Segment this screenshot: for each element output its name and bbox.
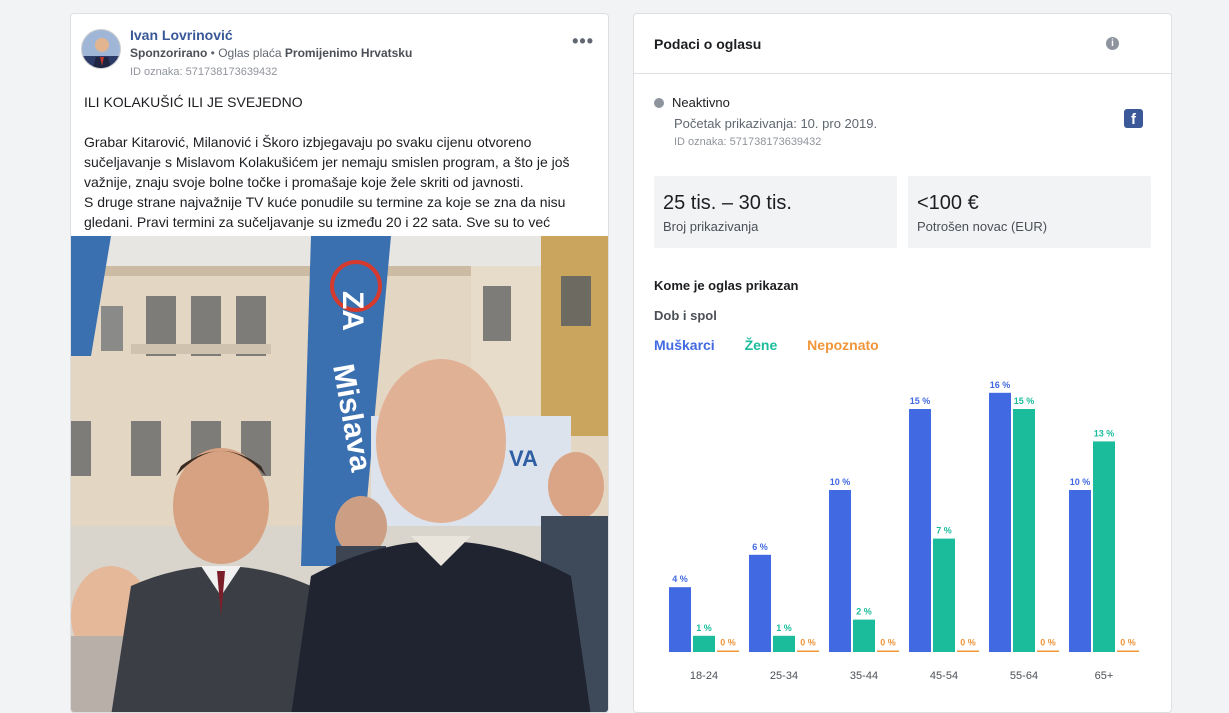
legend-men[interactable]: Muškarci bbox=[654, 337, 715, 353]
bar-women-25-34[interactable] bbox=[773, 635, 795, 652]
more-options-icon[interactable]: ••• bbox=[572, 32, 594, 50]
legend-women[interactable]: Žene bbox=[745, 337, 778, 353]
impressions-value: 25 tis. – 30 tis. bbox=[663, 192, 792, 214]
banner-text-za: ZA bbox=[336, 291, 369, 331]
post-body-line: sučeljavanje s Mislavom Kolakušićem jer … bbox=[84, 154, 570, 170]
x-tick-label: 65+ bbox=[1095, 670, 1114, 682]
post-headline: ILI KOLAKUŠIĆ ILI JE SVEJEDNO bbox=[84, 94, 303, 110]
audience-title: Kome je oglas prikazan bbox=[654, 278, 799, 293]
x-tick-label: 18-24 bbox=[690, 670, 718, 682]
bar-unknown-18-24[interactable] bbox=[717, 650, 739, 653]
bar-unknown-35-44[interactable] bbox=[877, 650, 899, 653]
paid-by-prefix: • Oglas plaća bbox=[207, 46, 285, 60]
bar-label-women-25-34: 1 % bbox=[776, 623, 792, 633]
author-name[interactable]: Ivan Lovrinović bbox=[130, 27, 233, 43]
bar-label-men-45-54: 15 % bbox=[910, 396, 931, 406]
bar-men-18-24[interactable] bbox=[669, 587, 691, 652]
bar-label-unknown-25-34: 0 % bbox=[800, 638, 816, 648]
bar-women-65+[interactable] bbox=[1093, 441, 1115, 652]
ad-info-panel: Podaci o oglasu i Neaktivno Početak prik… bbox=[633, 13, 1172, 713]
panel-title: Podaci o oglasu bbox=[654, 36, 762, 52]
bar-label-unknown-18-24: 0 % bbox=[720, 638, 736, 648]
spend-box: <100 € Potrošen novac (EUR) bbox=[908, 176, 1151, 248]
post-body-line: Grabar Kitarović, Milanović i Škoro izbj… bbox=[84, 134, 532, 150]
bar-label-men-55-64: 16 % bbox=[990, 380, 1011, 390]
spend-label: Potrošen novac (EUR) bbox=[917, 219, 1048, 234]
paid-by-name[interactable]: Promijenimo Hrvatsku bbox=[285, 46, 412, 60]
bar-unknown-45-54[interactable] bbox=[957, 650, 979, 653]
bar-men-25-34[interactable] bbox=[749, 554, 771, 652]
bar-label-women-45-54: 7 % bbox=[936, 526, 952, 536]
status-text: Neaktivno bbox=[672, 95, 730, 110]
panel-ad-id: ID oznaka: 571738173639432 bbox=[674, 136, 822, 148]
sponsor-line: Sponzorirano • Oglas plaća Promijenimo H… bbox=[130, 46, 412, 60]
bar-men-35-44[interactable] bbox=[829, 490, 851, 652]
x-tick-label: 55-64 bbox=[1010, 670, 1038, 682]
bar-unknown-55-64[interactable] bbox=[1037, 650, 1059, 653]
bar-women-55-64[interactable] bbox=[1013, 409, 1035, 652]
bar-women-45-54[interactable] bbox=[933, 538, 955, 652]
impressions-label: Broj prikazivanja bbox=[663, 219, 759, 234]
age-gender-chart: 4 % 1 % 0 % 18-24 6 % 1 % 0 % 25-34 10 % 2 % 0 % 35… bbox=[634, 369, 1171, 712]
bar-label-men-18-24: 4 % bbox=[672, 574, 688, 584]
post-body-line: važnije, znaju svoje bolne točke i proma… bbox=[84, 174, 524, 190]
bar-men-65+[interactable] bbox=[1069, 490, 1091, 652]
bar-men-45-54[interactable] bbox=[909, 409, 931, 652]
post-ad-id: ID oznaka: 571738173639432 bbox=[130, 66, 278, 78]
bar-label-men-35-44: 10 % bbox=[830, 477, 851, 487]
bar-label-women-65+: 13 % bbox=[1094, 428, 1115, 438]
ad-post-card: Ivan Lovrinović Sponzorirano • Oglas pla… bbox=[70, 13, 609, 713]
author-avatar[interactable] bbox=[81, 29, 121, 69]
info-icon[interactable]: i bbox=[1106, 37, 1119, 50]
bar-unknown-25-34[interactable] bbox=[797, 650, 819, 653]
age-gender-title: Dob i spol bbox=[654, 308, 717, 323]
bar-label-unknown-65+: 0 % bbox=[1120, 638, 1136, 648]
x-tick-label: 45-54 bbox=[930, 670, 958, 682]
bar-label-unknown-55-64: 0 % bbox=[1040, 638, 1056, 648]
bar-women-35-44[interactable] bbox=[853, 619, 875, 652]
impressions-box: 25 tis. – 30 tis. Broj prikazivanja bbox=[654, 176, 897, 248]
bar-label-unknown-35-44: 0 % bbox=[880, 638, 896, 648]
sponsored-label: Sponzorirano bbox=[130, 46, 208, 60]
bar-label-women-18-24: 1 % bbox=[696, 623, 712, 633]
bar-women-18-24[interactable] bbox=[693, 635, 715, 652]
post-header: Ivan Lovrinović Sponzorirano • Oglas pla… bbox=[81, 24, 601, 84]
spend-value: <100 € bbox=[917, 192, 979, 214]
post-body-line: S druge strane najvažnije TV kuće ponudi… bbox=[84, 194, 566, 210]
x-tick-label: 35-44 bbox=[850, 670, 878, 682]
banner-text-va: VA bbox=[509, 446, 538, 471]
x-tick-label: 25-34 bbox=[770, 670, 798, 682]
bar-label-men-25-34: 6 % bbox=[752, 542, 768, 552]
post-photo[interactable]: VA ZA Mislava bbox=[71, 236, 608, 712]
post-body-line: gledani. Pravi termini za sučeljavanje s… bbox=[84, 214, 551, 230]
legend-unknown[interactable]: Nepoznato bbox=[807, 337, 879, 353]
bar-unknown-65+[interactable] bbox=[1117, 650, 1139, 653]
bar-label-unknown-45-54: 0 % bbox=[960, 638, 976, 648]
bar-men-55-64[interactable] bbox=[989, 392, 1011, 652]
status-dot-icon bbox=[654, 98, 664, 108]
bar-label-women-35-44: 2 % bbox=[856, 607, 872, 617]
panel-header: Podaci o oglasu i bbox=[634, 14, 1171, 74]
bar-label-women-55-64: 15 % bbox=[1014, 396, 1035, 406]
start-date: Početak prikazivanja: 10. pro 2019. bbox=[674, 116, 878, 131]
chart-legend: Muškarci Žene Nepoznato bbox=[654, 337, 905, 353]
facebook-icon[interactable]: f bbox=[1124, 109, 1143, 128]
bar-label-men-65+: 10 % bbox=[1070, 477, 1091, 487]
post-text: ILI KOLAKUŠIĆ ILI JE SVEJEDNO Grabar Kit… bbox=[84, 92, 594, 232]
